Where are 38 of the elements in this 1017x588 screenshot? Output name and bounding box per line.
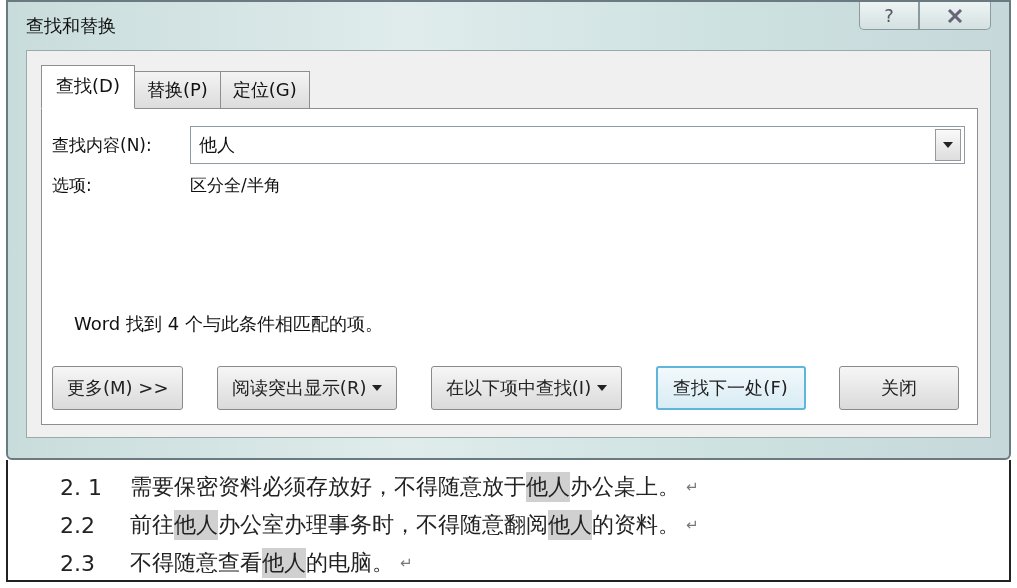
document-text: 的资料。 bbox=[592, 511, 680, 539]
line-number: 2.3 bbox=[60, 550, 96, 576]
highlighted-text: 他人 bbox=[526, 472, 570, 502]
tab[interactable]: 定位(G) bbox=[219, 71, 310, 109]
dialog-button[interactable]: 阅读突出显示(R) bbox=[216, 366, 398, 410]
options-label: 选项: bbox=[52, 173, 93, 197]
field-label: 查找内容(N): bbox=[52, 133, 153, 157]
highlighted-text: 他人 bbox=[262, 548, 306, 578]
dropdown-button[interactable] bbox=[935, 129, 961, 161]
highlighted-text: 他人 bbox=[174, 510, 218, 540]
tab[interactable]: 替换(P) bbox=[133, 71, 221, 109]
dialog-button[interactable]: 查找下一处(F) bbox=[655, 366, 806, 410]
paragraph-mark: ↵ bbox=[686, 516, 699, 534]
dialog-button[interactable]: 在以下项中查找(I) bbox=[430, 366, 623, 410]
options-value: 区分全/半角 bbox=[190, 173, 281, 197]
document-text: 需要保密资料必须存放好，不得随意放于 bbox=[130, 473, 526, 501]
dialog-button[interactable]: 关闭 bbox=[838, 366, 959, 410]
caret-icon bbox=[597, 385, 608, 391]
close-button[interactable] bbox=[919, 2, 991, 30]
result-message: Word 找到 4 个与此条件相匹配的项。 bbox=[74, 312, 384, 336]
document-text: 前往 bbox=[130, 511, 174, 539]
document-text: 的电脑。 bbox=[306, 549, 394, 577]
dialog-button[interactable]: 更多(M) >> bbox=[52, 366, 184, 410]
caret-icon bbox=[943, 142, 953, 148]
paragraph-mark: ↵ bbox=[686, 478, 699, 496]
line-number: 2.2 bbox=[60, 512, 96, 538]
tab[interactable]: 查找(D) bbox=[41, 65, 135, 109]
help-button[interactable]: ? bbox=[859, 2, 919, 30]
window-title: 查找和替换 bbox=[26, 14, 116, 38]
document-text: 不得随意查看 bbox=[130, 549, 262, 577]
caret-icon bbox=[372, 385, 383, 391]
line-number: 2. 1 bbox=[60, 474, 103, 500]
document-text: 办公室办理事务时，不得随意翻阅 bbox=[218, 511, 548, 539]
find-field[interactable]: 他人 bbox=[190, 126, 965, 164]
highlighted-text: 他人 bbox=[548, 510, 592, 540]
document-text: 办公桌上。 bbox=[570, 473, 680, 501]
paragraph-mark: ↵ bbox=[400, 554, 413, 572]
close-icon bbox=[947, 8, 963, 23]
